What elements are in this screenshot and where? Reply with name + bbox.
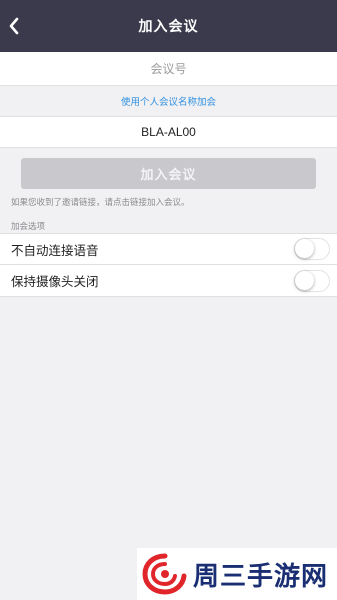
option-row-no-auto-audio: 不自动连接语音 <box>0 233 337 265</box>
display-name-row <box>0 116 337 148</box>
option-row-camera-off: 保持摄像头关闭 <box>0 265 337 297</box>
page-title: 加入会议 <box>138 19 199 35</box>
watermark: 周三手游网 <box>137 548 337 600</box>
camera-off-toggle[interactable] <box>294 269 330 292</box>
display-name-input[interactable] <box>0 117 337 147</box>
back-chevron-icon[interactable] <box>2 12 26 40</box>
top-nav-bar: 加入会议 <box>0 0 337 52</box>
no-auto-audio-toggle[interactable] <box>294 238 330 260</box>
join-options-section-title: 加会选项 <box>11 222 46 232</box>
option-label-no-auto-audio: 不自动连接语音 <box>11 242 99 258</box>
toggle-knob <box>295 270 314 290</box>
option-label-camera-off: 保持摄像头关闭 <box>11 274 99 289</box>
join-meeting-button[interactable]: 加入会议 <box>21 158 316 189</box>
watermark-logo-icon <box>142 553 187 595</box>
invite-link-hint: 如果您收到了邀请链接，请点击链接加入会议。 <box>11 198 190 208</box>
watermark-text: 周三手游网 <box>193 561 329 592</box>
meeting-number-input[interactable] <box>0 52 337 85</box>
use-personal-meeting-name-link[interactable]: 使用个人会议名称加会 <box>0 86 337 116</box>
toggle-knob <box>295 239 314 258</box>
meeting-number-row <box>0 52 337 86</box>
chevron-left-icon <box>9 17 19 35</box>
